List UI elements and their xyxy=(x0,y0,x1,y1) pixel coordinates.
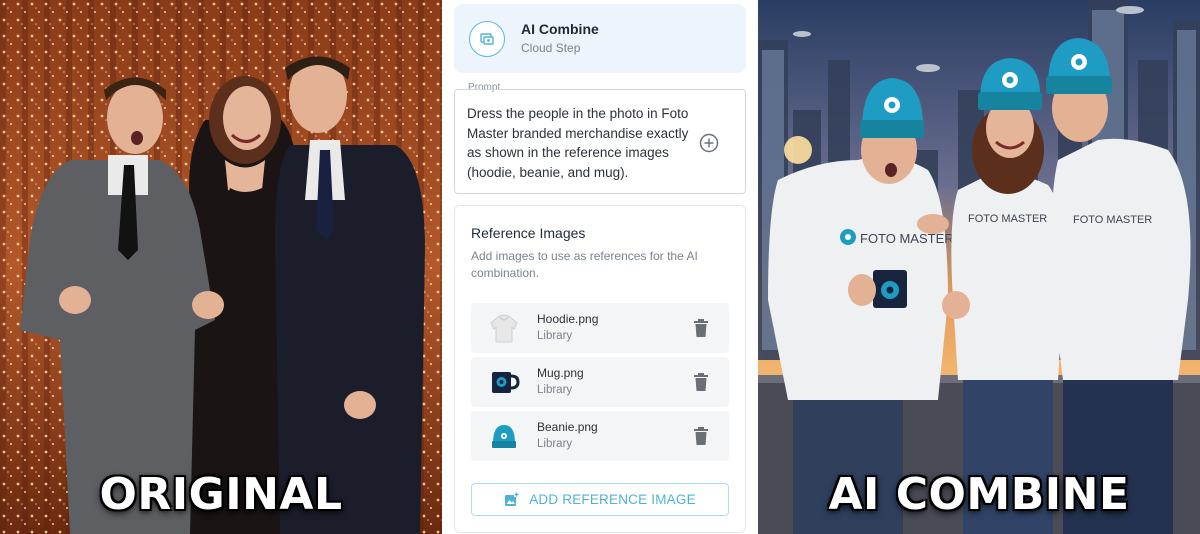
prompt-value[interactable]: Dress the people in the photo in Foto Ma… xyxy=(467,104,705,182)
step-title: AI Combine xyxy=(521,21,599,37)
original-photo: ORIGINAL xyxy=(0,0,442,534)
plus-circle-icon[interactable] xyxy=(698,132,720,154)
step-subtitle: Cloud Step xyxy=(521,41,581,55)
add-reference-image-button[interactable]: ADD REFERENCE IMAGE xyxy=(471,483,729,516)
hoodie-logo-text: FOTO MASTER xyxy=(860,231,954,246)
add-reference-image-label: ADD REFERENCE IMAGE xyxy=(529,492,696,507)
reference-name: Mug.png xyxy=(537,366,584,380)
ai-combine-caption: AI COMBINE xyxy=(828,469,1130,520)
reference-source: Library xyxy=(537,330,573,342)
original-caption: ORIGINAL xyxy=(99,469,343,520)
step-header-card[interactable]: AI Combine Cloud Step xyxy=(454,4,746,73)
hoodie-thumbnail xyxy=(487,311,521,345)
reference-list: Hoodie.png Library Mug.png Library Beani… xyxy=(471,303,729,461)
reference-images-card: Reference Images Add images to use as re… xyxy=(454,205,746,533)
reference-images-title: Reference Images xyxy=(471,225,586,241)
beanie-thumbnail xyxy=(487,419,521,453)
prompt-textarea[interactable]: Dress the people in the photo in Foto Ma… xyxy=(454,89,746,194)
mug-thumbnail xyxy=(487,365,521,399)
hoodie-logo-text: FOTO MASTER xyxy=(1073,214,1152,226)
reference-source: Library xyxy=(537,438,573,450)
add-photo-icon xyxy=(505,492,520,506)
trash-icon[interactable] xyxy=(693,427,709,445)
trash-icon[interactable] xyxy=(693,373,709,391)
reference-item-hoodie[interactable]: Hoodie.png Library xyxy=(471,303,729,353)
ai-combine-icon xyxy=(469,20,505,57)
hoodie-logo-text: FOTO MASTER xyxy=(968,213,1047,225)
reference-item-mug[interactable]: Mug.png Library xyxy=(471,357,729,407)
reference-images-description: Add images to use as references for the … xyxy=(471,249,698,280)
reference-item-beanie[interactable]: Beanie.png Library xyxy=(471,411,729,461)
original-photo-illustration xyxy=(0,0,442,534)
reference-name: Hoodie.png xyxy=(537,312,599,326)
ai-combine-photo-illustration: FOTO MASTER FOTO MASTER FOTO MASTER xyxy=(758,0,1200,534)
ai-combine-panel: AI Combine Cloud Step Prompt Dress the p… xyxy=(442,0,758,534)
reference-source: Library xyxy=(537,384,573,396)
reference-name: Beanie.png xyxy=(537,420,598,434)
ai-combine-photo: FOTO MASTER FOTO MASTER FOTO MASTER AI C… xyxy=(758,0,1200,534)
trash-icon[interactable] xyxy=(693,319,709,337)
prompt-field: Prompt Dress the people in the photo in … xyxy=(454,82,746,194)
